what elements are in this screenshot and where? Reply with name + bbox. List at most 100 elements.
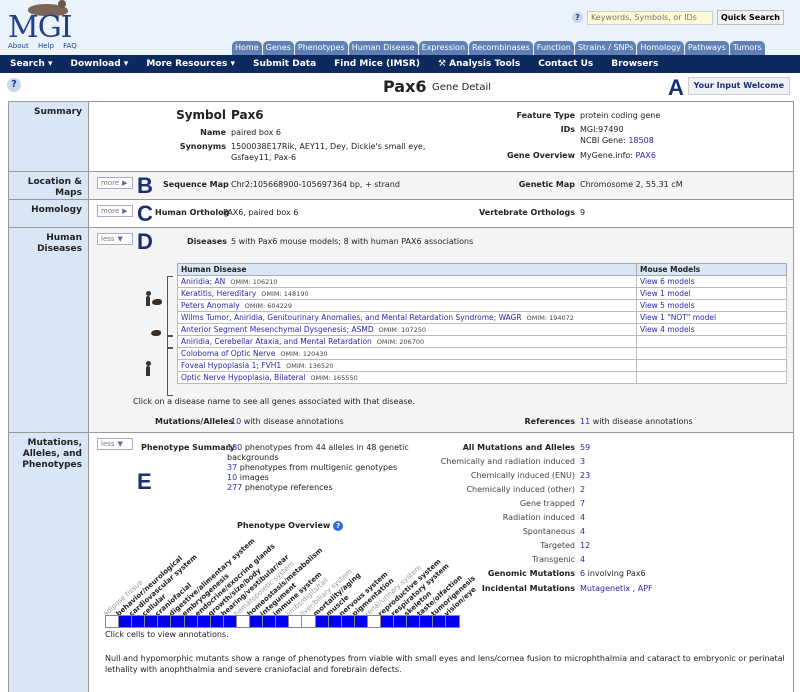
tab-phenotypes[interactable]: Phenotypes	[294, 41, 348, 55]
less-toggle[interactable]: less ▼	[97, 438, 133, 450]
allele-type-count-link[interactable]: 4	[580, 527, 585, 536]
mouse-models-link[interactable]: View 4 models	[640, 325, 695, 334]
phenotype-cell[interactable]	[171, 616, 185, 628]
mutagenetix-link[interactable]: Mutagenetix	[580, 584, 630, 593]
summary-count-link[interactable]: 37	[227, 463, 237, 472]
phenotype-cell[interactable]	[119, 616, 133, 628]
more-toggle[interactable]: more ▶	[97, 177, 133, 189]
nav-more-resources-menu[interactable]: More Resources ▾	[146, 59, 235, 69]
mouse-models-link[interactable]: View 6 models	[640, 277, 695, 286]
phenotype-cell[interactable]	[367, 616, 381, 628]
summary-line: 10 images	[227, 473, 409, 483]
tab-human-disease[interactable]: Human Disease	[348, 41, 418, 55]
tab-pathways[interactable]: Pathways	[684, 41, 729, 55]
mouse-models-link[interactable]: View 1 "NOT" model	[640, 313, 716, 322]
summary-count-link[interactable]: 180	[227, 443, 242, 452]
refs-text: with disease annotations	[592, 417, 693, 426]
disease-link[interactable]: Aniridia, Cerebellar Ataxia, and Mental …	[181, 337, 372, 346]
tab-function[interactable]: Function	[533, 41, 574, 55]
allele-type-count-link[interactable]: 12	[580, 541, 590, 550]
phenotype-cell[interactable]	[210, 616, 224, 628]
phenotype-cell[interactable]	[341, 616, 355, 628]
phenotype-cell[interactable]	[420, 616, 434, 628]
tab-homology[interactable]: Homology	[637, 41, 684, 55]
phenotype-cell[interactable]	[263, 616, 277, 628]
about-link[interactable]: About	[8, 42, 29, 50]
allele-type-count-link[interactable]: 23	[580, 471, 590, 480]
disease-link[interactable]: Aniridia; AN	[181, 277, 225, 286]
homology-section: Homology more ▶ C Human Ortholog PAX6, pa…	[8, 199, 794, 227]
phenotype-cell[interactable]	[315, 616, 329, 628]
help-icon[interactable]: ?	[571, 12, 583, 23]
phenotype-cell[interactable]	[197, 616, 211, 628]
allele-type-count-link[interactable]: 4	[580, 513, 585, 522]
search-input[interactable]	[586, 10, 713, 25]
allele-type-count-link[interactable]: 7	[580, 499, 585, 508]
disease-link[interactable]: Coloboma of Optic Nerve	[181, 349, 275, 358]
all-mutations-link[interactable]: 59	[580, 443, 590, 452]
disease-link[interactable]: Peters Anomaly	[181, 301, 240, 310]
phenotype-cell[interactable]	[289, 616, 303, 628]
phenotype-cell[interactable]	[250, 616, 264, 628]
summary-count-link[interactable]: 10	[227, 473, 237, 482]
phenotype-cell[interactable]	[328, 616, 342, 628]
phenotype-cell[interactable]	[223, 616, 237, 628]
tab-recombinases[interactable]: Recombinases	[469, 41, 533, 55]
phenotype-cell[interactable]	[276, 616, 290, 628]
phenotype-cell[interactable]	[407, 616, 421, 628]
ncbi-gene-link[interactable]: 18508	[628, 136, 653, 145]
tab-genes[interactable]: Genes	[262, 41, 294, 55]
disease-link[interactable]: Keratitis, Hereditary	[181, 289, 256, 298]
phenotype-cell[interactable]	[106, 616, 120, 628]
genomic-count-link[interactable]: 6	[580, 569, 585, 578]
help-icon[interactable]: ?	[7, 78, 21, 92]
mgi-logo[interactable]: MGI	[6, 0, 76, 45]
mouse-human-bracket	[167, 276, 173, 336]
quick-search-button[interactable]: Quick Search	[716, 10, 784, 25]
allele-type-count-link[interactable]: 4	[580, 555, 585, 564]
nav-analysis-tools[interactable]: ⚒ Analysis Tools	[438, 59, 520, 69]
refs-count-link[interactable]: 11	[580, 417, 590, 426]
phenotype-cell[interactable]	[184, 616, 198, 628]
tab-expression[interactable]: Expression	[418, 41, 469, 55]
phenotype-cell[interactable]	[145, 616, 159, 628]
help-link[interactable]: Help	[38, 42, 54, 50]
nav-browsers[interactable]: Browsers	[611, 59, 658, 69]
phenotype-cell[interactable]	[433, 616, 447, 628]
human-ortholog-value: PAX6, paired box 6	[223, 208, 299, 217]
mouse-models-link[interactable]: View 5 models	[640, 301, 695, 310]
allele-type-count-link[interactable]: 2	[580, 485, 585, 494]
nav-contact-us[interactable]: Contact Us	[538, 59, 593, 69]
phenotype-cell[interactable]	[132, 616, 146, 628]
nav-find-mice[interactable]: Find Mice (IMSR)	[334, 59, 420, 69]
phenotype-cell[interactable]	[380, 616, 395, 628]
nav-bar: Search ▾ Download ▾ More Resources ▾ Sub…	[0, 55, 800, 73]
faq-link[interactable]: FAQ	[63, 42, 77, 50]
your-input-welcome-button[interactable]: Your Input Welcome	[687, 77, 790, 95]
mygene-link[interactable]: PAX6	[636, 151, 656, 160]
phenotype-cell[interactable]	[354, 616, 368, 628]
tab-home[interactable]: Home	[232, 41, 262, 55]
mouse-models-link[interactable]: View 1 model	[640, 289, 691, 298]
allele-type-count-link[interactable]: 3	[580, 457, 585, 466]
nav-download-menu[interactable]: Download ▾	[71, 59, 129, 69]
nav-search-menu[interactable]: Search ▾	[10, 59, 53, 69]
disease-link[interactable]: Optic Nerve Hypoplasia, Bilateral	[181, 373, 305, 382]
tab-strains-snps[interactable]: Strains / SNPs	[574, 41, 637, 55]
summary-count-link[interactable]: 277	[227, 483, 242, 492]
nav-submit-data[interactable]: Submit Data	[253, 59, 316, 69]
more-toggle[interactable]: more ▶	[97, 205, 133, 217]
phenotype-cell[interactable]	[158, 616, 172, 628]
less-toggle[interactable]: less ▼	[97, 233, 133, 245]
disease-link[interactable]: Anterior Segment Mesenchymal Dysgenesis;…	[181, 325, 374, 334]
tab-tumors[interactable]: Tumors	[729, 41, 765, 55]
phenotype-cell[interactable]	[236, 616, 251, 628]
phenotype-cell[interactable]	[446, 616, 460, 628]
disease-link[interactable]: Foveal Hypoplasia 1; FVH1	[181, 361, 281, 370]
disease-link[interactable]: Wilms Tumor, Aniridia, Genitourinary Ano…	[181, 313, 522, 322]
apf-link[interactable]: APF	[638, 584, 653, 593]
phenotype-cell[interactable]	[302, 616, 316, 628]
alleles-count-link[interactable]: 10	[231, 417, 241, 426]
help-icon[interactable]: ?	[333, 521, 344, 531]
phenotype-cell[interactable]	[394, 616, 408, 628]
